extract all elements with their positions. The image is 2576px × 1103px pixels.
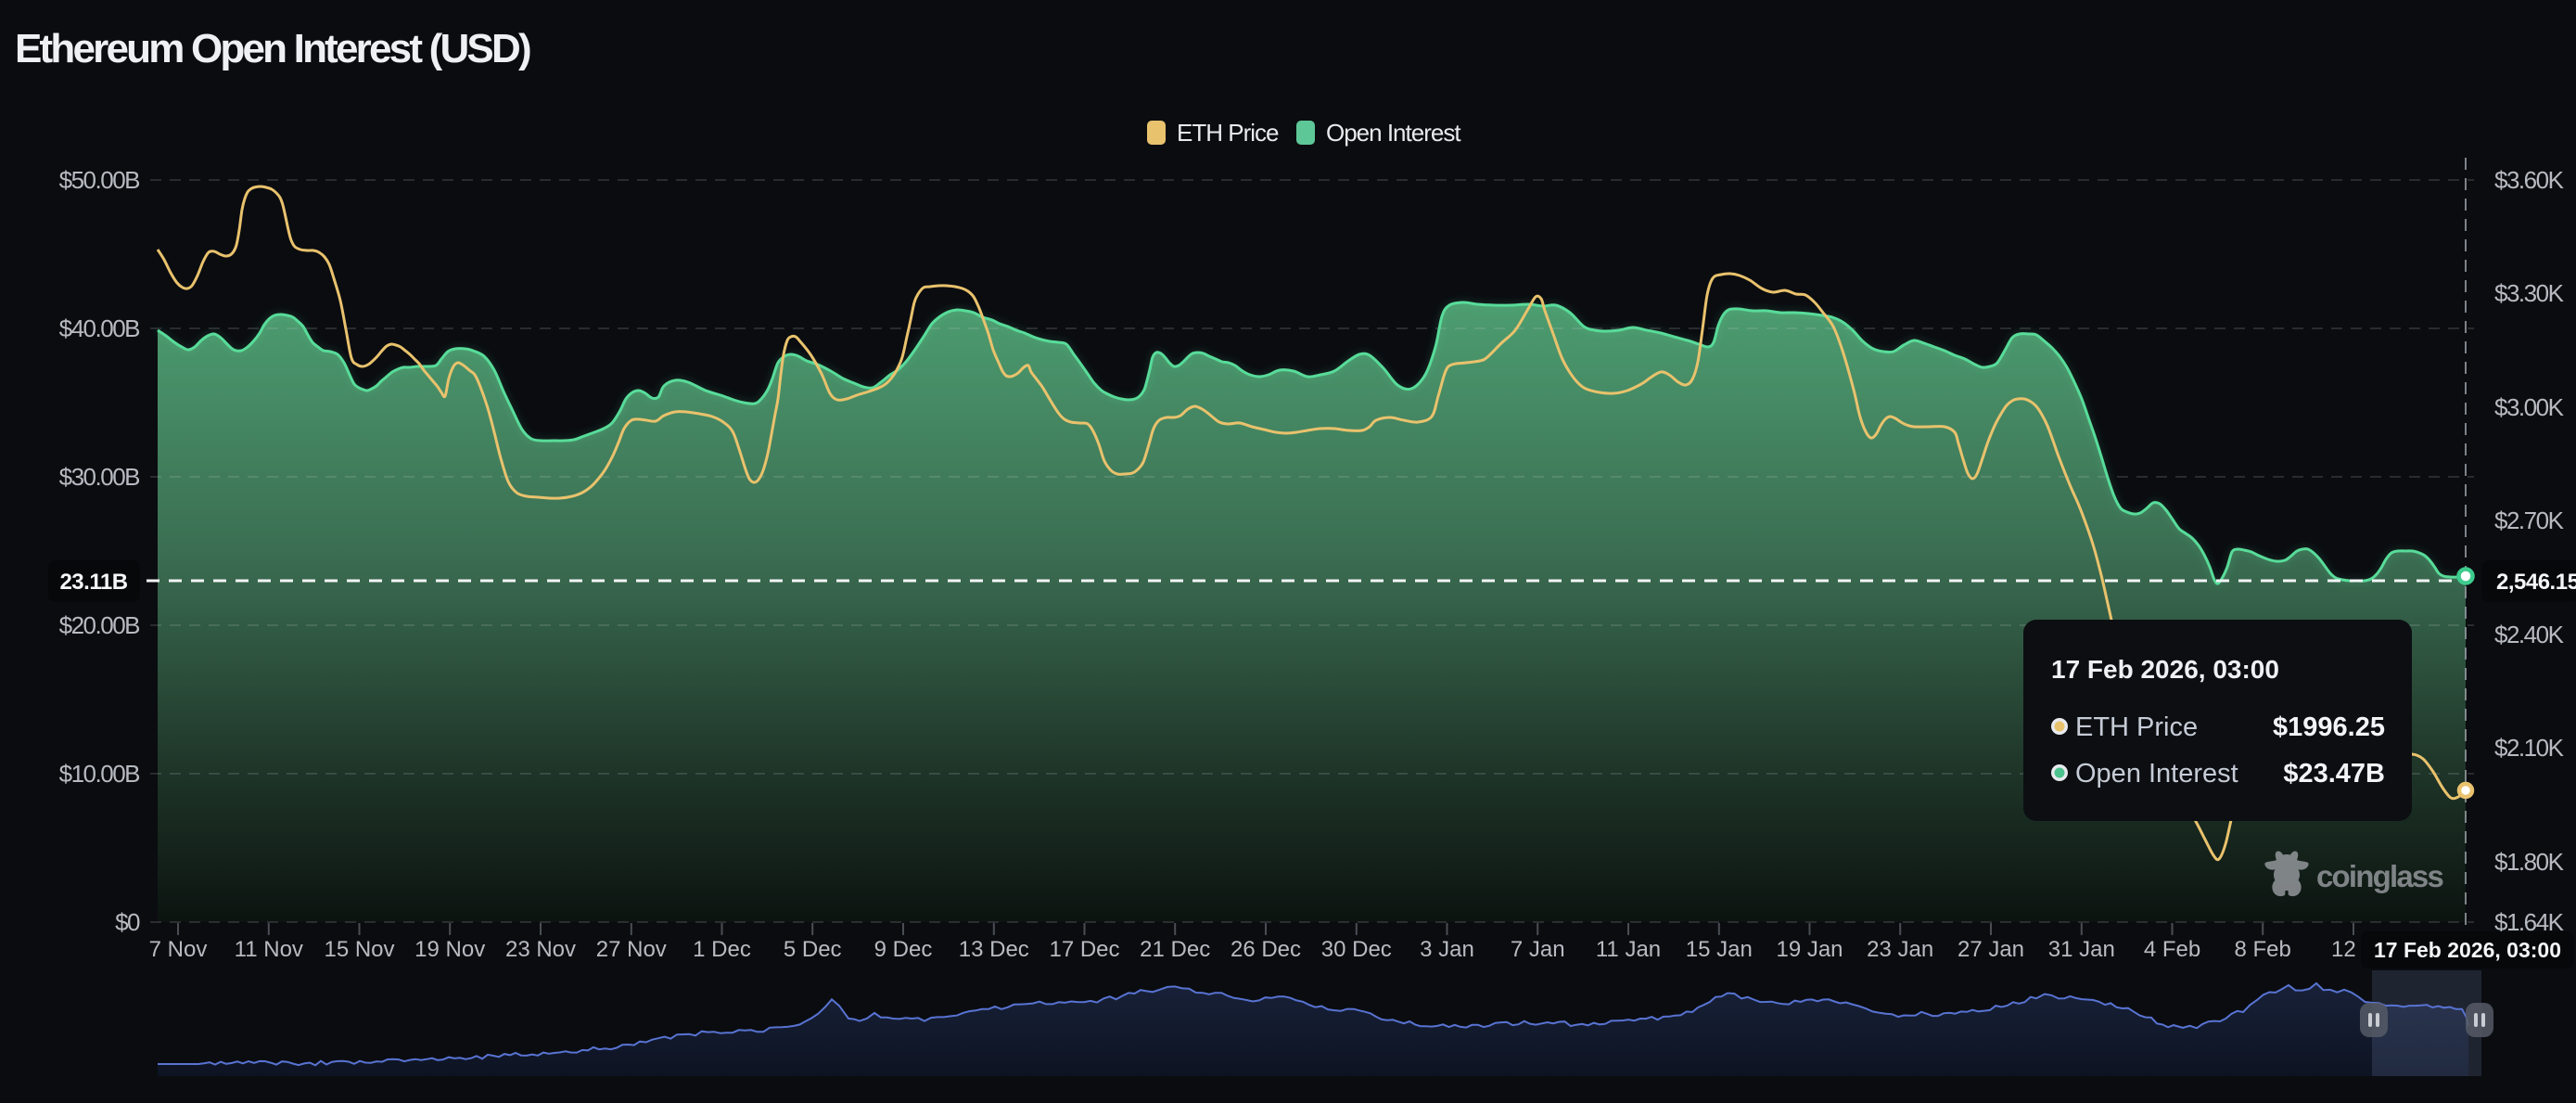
svg-text:23 Nov: 23 Nov [505, 937, 576, 962]
svg-text:$2.40K: $2.40K [2494, 621, 2565, 648]
svg-text:$23.47B: $23.47B [2283, 759, 2385, 789]
svg-text:$3.30K: $3.30K [2494, 279, 2565, 307]
svg-text:ETH Price: ETH Price [1177, 119, 1279, 147]
svg-text:17 Feb 2026, 03:00: 17 Feb 2026, 03:00 [2374, 938, 2561, 962]
svg-text:11 Jan: 11 Jan [1596, 937, 1661, 962]
svg-text:9 Dec: 9 Dec [874, 937, 933, 962]
svg-text:17 Dec: 17 Dec [1049, 937, 1119, 962]
svg-text:$1996.25: $1996.25 [2273, 712, 2385, 742]
svg-text:$0: $0 [115, 908, 140, 936]
svg-text:$1.80K: $1.80K [2494, 848, 2565, 876]
svg-text:7 Nov: 7 Nov [149, 937, 208, 962]
svg-text:5 Dec: 5 Dec [784, 937, 842, 962]
svg-text:coinglass: coinglass [2316, 859, 2442, 893]
svg-text:4 Feb: 4 Feb [2144, 937, 2200, 962]
svg-text:30 Dec: 30 Dec [1321, 937, 1392, 962]
svg-text:27 Nov: 27 Nov [596, 937, 667, 962]
svg-text:$3.00K: $3.00K [2494, 393, 2565, 421]
svg-text:17 Feb 2026, 03:00: 17 Feb 2026, 03:00 [2051, 655, 2279, 684]
svg-text:$2.10K: $2.10K [2494, 734, 2565, 762]
svg-text:$50.00B: $50.00B [59, 166, 140, 194]
svg-text:15 Nov: 15 Nov [324, 937, 394, 962]
svg-text:19 Jan: 19 Jan [1776, 937, 1843, 962]
svg-text:11 Nov: 11 Nov [235, 937, 303, 962]
svg-text:$30.00B: $30.00B [59, 463, 140, 491]
svg-text:3 Jan: 3 Jan [1420, 937, 1474, 962]
svg-text:$40.00B: $40.00B [59, 314, 140, 342]
svg-text:23.11B: 23.11B [59, 570, 127, 595]
svg-text:13 Dec: 13 Dec [959, 937, 1029, 962]
svg-text:Open Interest: Open Interest [2075, 759, 2238, 789]
svg-text:Open Interest: Open Interest [1326, 119, 1461, 147]
svg-text:26 Dec: 26 Dec [1231, 937, 1301, 962]
svg-text:7 Jan: 7 Jan [1511, 937, 1565, 962]
svg-text:8 Feb: 8 Feb [2235, 937, 2291, 962]
svg-text:21 Dec: 21 Dec [1140, 937, 1210, 962]
svg-text:2,546.15: 2,546.15 [2496, 570, 2576, 595]
svg-text:ETH Price: ETH Price [2075, 712, 2198, 742]
svg-text:31 Jan: 31 Jan [2048, 937, 2115, 962]
svg-text:27 Jan: 27 Jan [1958, 937, 2024, 962]
svg-text:23 Jan: 23 Jan [1867, 937, 1933, 962]
svg-text:1 Dec: 1 Dec [693, 937, 751, 962]
svg-text:15 Jan: 15 Jan [1686, 937, 1753, 962]
svg-text:$3.60K: $3.60K [2494, 166, 2565, 194]
svg-text:Ethereum Open Interest (USD): Ethereum Open Interest (USD) [15, 26, 530, 71]
svg-text:$10.00B: $10.00B [59, 760, 140, 788]
svg-text:19 Nov: 19 Nov [414, 937, 485, 962]
svg-text:$2.70K: $2.70K [2494, 507, 2565, 534]
svg-text:$20.00B: $20.00B [59, 611, 140, 639]
